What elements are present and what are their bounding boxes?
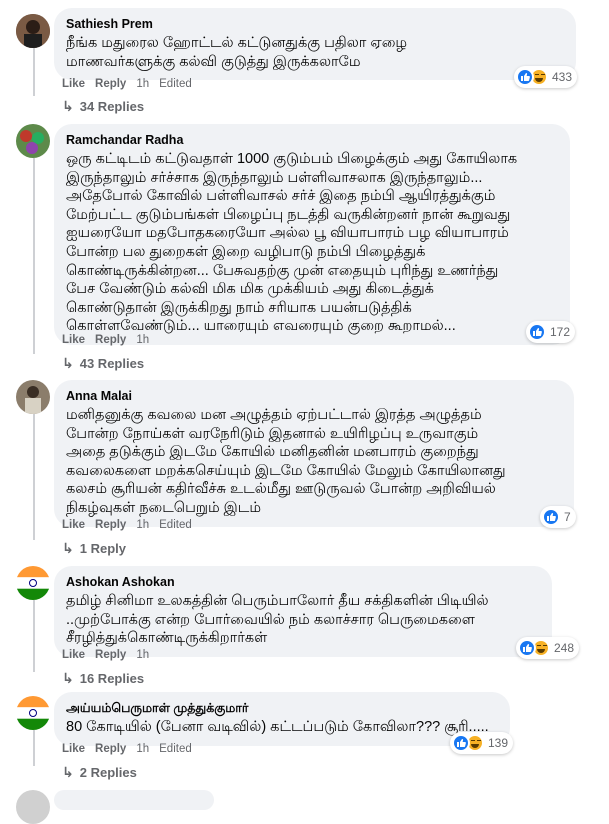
timestamp[interactable]: 1h bbox=[136, 649, 149, 661]
reaction-count: 248 bbox=[554, 641, 575, 655]
user-photo-icon bbox=[16, 14, 50, 48]
india-flag-icon bbox=[16, 566, 50, 600]
comment-actions: Like Reply 1h bbox=[62, 647, 149, 663]
comment-actions: Like Reply 1h Edited bbox=[62, 76, 192, 92]
like-reaction-icon bbox=[542, 508, 560, 526]
reaction-summary[interactable]: 248 bbox=[516, 637, 580, 659]
like-reaction-icon bbox=[528, 323, 546, 341]
thread-line bbox=[33, 48, 35, 96]
comment-author[interactable]: Anna Malai bbox=[66, 388, 562, 404]
thread-line bbox=[33, 600, 35, 672]
replies-label: 1 Reply bbox=[79, 541, 126, 556]
reply-arrow-icon: ↳ bbox=[62, 670, 74, 686]
comment-actions: Like Reply 1h Edited bbox=[62, 741, 192, 757]
comment-text: மனிதனுக்கு கவலை மன அழுத்தம் ஏற்பட்டால் இ… bbox=[66, 407, 506, 516]
reaction-summary[interactable]: 139 bbox=[450, 732, 514, 754]
view-replies-button[interactable]: ↳ 2 Replies bbox=[62, 764, 137, 781]
next-comment-bubble bbox=[54, 790, 214, 810]
like-button[interactable]: Like bbox=[62, 519, 85, 531]
comment-author[interactable]: Ashokan Ashokan bbox=[66, 574, 540, 590]
replies-label: 2 Replies bbox=[79, 765, 137, 780]
replies-label: 43 Replies bbox=[79, 356, 145, 371]
like-button[interactable]: Like bbox=[62, 78, 85, 90]
like-button[interactable]: Like bbox=[62, 743, 85, 755]
reaction-summary[interactable]: 433 bbox=[514, 66, 578, 88]
comment-author[interactable]: அய்யம்பெருமாள் முத்துக்குமார் bbox=[66, 700, 498, 716]
user-photo-icon bbox=[16, 124, 50, 158]
like-reaction-icon bbox=[452, 734, 470, 752]
timestamp[interactable]: 1h bbox=[136, 78, 149, 90]
view-replies-button[interactable]: ↳ 16 Replies bbox=[62, 670, 144, 687]
user-photo-icon bbox=[16, 380, 50, 414]
comment-actions: Like Reply 1h Edited bbox=[62, 517, 192, 533]
avatar[interactable] bbox=[16, 124, 50, 158]
avatar[interactable] bbox=[16, 790, 50, 824]
reaction-count: 7 bbox=[564, 510, 571, 524]
view-replies-button[interactable]: ↳ 34 Replies bbox=[62, 98, 144, 115]
comment-bubble: Ramchandar Radha ஒரு கட்டிடம் கட்டுவதாள்… bbox=[54, 124, 570, 345]
avatar[interactable] bbox=[16, 14, 50, 48]
like-button[interactable]: Like bbox=[62, 334, 85, 346]
avatar[interactable] bbox=[16, 696, 50, 730]
reply-button[interactable]: Reply bbox=[95, 519, 126, 531]
like-button[interactable]: Like bbox=[62, 649, 85, 661]
comment-actions: Like Reply 1h bbox=[62, 332, 149, 348]
comment-author[interactable]: Ramchandar Radha bbox=[66, 132, 558, 148]
comment-bubble: Sathiesh Prem நீங்க மதுரைல ஹோட்டல் கட்டு… bbox=[54, 8, 576, 81]
comment-text: 80 கோடியில் (பேனா வடிவில்) கட்டப்படும் க… bbox=[66, 719, 489, 735]
reaction-count: 172 bbox=[550, 325, 571, 339]
like-reaction-icon bbox=[518, 639, 536, 657]
edited-label: Edited bbox=[159, 743, 192, 755]
reply-button[interactable]: Reply bbox=[95, 78, 126, 90]
reply-button[interactable]: Reply bbox=[95, 649, 126, 661]
comment-bubble: Ashokan Ashokan தமிழ் சினிமா உலகத்தின் ப… bbox=[54, 566, 552, 657]
comment-author[interactable]: Sathiesh Prem bbox=[66, 16, 564, 32]
thread-line bbox=[33, 730, 35, 766]
comment-text: தமிழ் சினிமா உலகத்தின் பெரும்பாலோர் தீய … bbox=[66, 593, 489, 647]
reply-button[interactable]: Reply bbox=[95, 743, 126, 755]
view-replies-button[interactable]: ↳ 1 Reply bbox=[62, 540, 126, 557]
reply-arrow-icon: ↳ bbox=[62, 540, 74, 556]
comment-text: ஒரு கட்டிடம் கட்டுவதாள் 1000 குடும்பம் ப… bbox=[66, 151, 518, 335]
thread-line bbox=[33, 158, 35, 354]
edited-label: Edited bbox=[159, 78, 192, 90]
comment-text: நீங்க மதுரைல ஹோட்டல் கட்டுனதுக்கு பதிலா … bbox=[66, 35, 408, 70]
like-reaction-icon bbox=[516, 68, 534, 86]
reaction-count: 139 bbox=[488, 736, 509, 750]
reply-arrow-icon: ↳ bbox=[62, 764, 74, 780]
timestamp[interactable]: 1h bbox=[136, 334, 149, 346]
reaction-summary[interactable]: 7 bbox=[540, 506, 576, 528]
reaction-count: 433 bbox=[552, 70, 573, 84]
india-flag-icon bbox=[16, 696, 50, 730]
reaction-summary[interactable]: 172 bbox=[526, 321, 576, 343]
reply-arrow-icon: ↳ bbox=[62, 355, 74, 371]
reply-button[interactable]: Reply bbox=[95, 334, 126, 346]
replies-label: 16 Replies bbox=[79, 671, 145, 686]
replies-label: 34 Replies bbox=[79, 99, 145, 114]
avatar[interactable] bbox=[16, 566, 50, 600]
timestamp[interactable]: 1h bbox=[136, 743, 149, 755]
reply-arrow-icon: ↳ bbox=[62, 98, 74, 114]
edited-label: Edited bbox=[159, 519, 192, 531]
view-replies-button[interactable]: ↳ 43 Replies bbox=[62, 355, 144, 372]
thread-line bbox=[33, 414, 35, 540]
timestamp[interactable]: 1h bbox=[136, 519, 149, 531]
comment-bubble: Anna Malai மனிதனுக்கு கவலை மன அழுத்தம் ஏ… bbox=[54, 380, 574, 527]
comment-bubble: அய்யம்பெருமாள் முத்துக்குமார் 80 கோடியில… bbox=[54, 692, 510, 746]
avatar[interactable] bbox=[16, 380, 50, 414]
